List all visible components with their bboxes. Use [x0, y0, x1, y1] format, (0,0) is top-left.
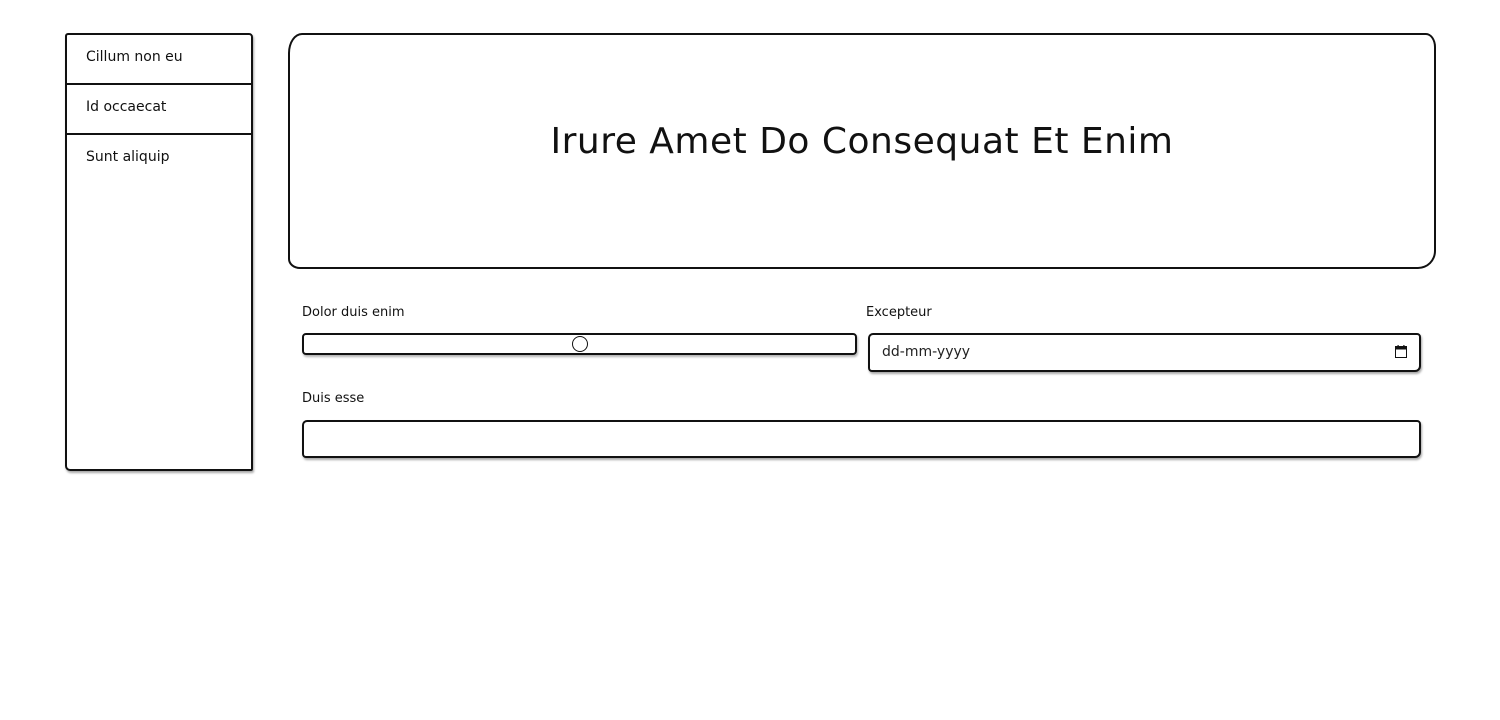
- calendar-icon[interactable]: [1395, 345, 1407, 358]
- text-field-label: Duis esse: [302, 391, 365, 406]
- date-label: Excepteur: [866, 305, 932, 320]
- sidebar-item-cillum-non-eu[interactable]: Cillum non eu: [67, 35, 251, 85]
- range-label: Dolor duis enim: [302, 305, 405, 320]
- date-placeholder: dd-mm-yyyy: [882, 344, 971, 360]
- sidebar: Cillum non eu Id occaecat Sunt aliquip: [65, 33, 253, 471]
- range-slider[interactable]: [302, 333, 857, 355]
- sidebar-item-sunt-aliquip[interactable]: Sunt aliquip: [67, 135, 251, 185]
- page-title: Irure Amet Do Consequat Et Enim: [550, 120, 1174, 162]
- sidebar-item-label: Id occaecat: [86, 99, 167, 115]
- sidebar-item-label: Sunt aliquip: [86, 149, 170, 165]
- sidebar-item-id-occaecat[interactable]: Id occaecat: [67, 85, 251, 135]
- hero-banner: Irure Amet Do Consequat Et Enim: [288, 33, 1436, 269]
- sidebar-item-label: Cillum non eu: [86, 49, 183, 65]
- date-input[interactable]: dd-mm-yyyy: [868, 333, 1421, 372]
- text-input-duis-esse[interactable]: [302, 420, 1421, 458]
- range-thumb[interactable]: [571, 336, 588, 352]
